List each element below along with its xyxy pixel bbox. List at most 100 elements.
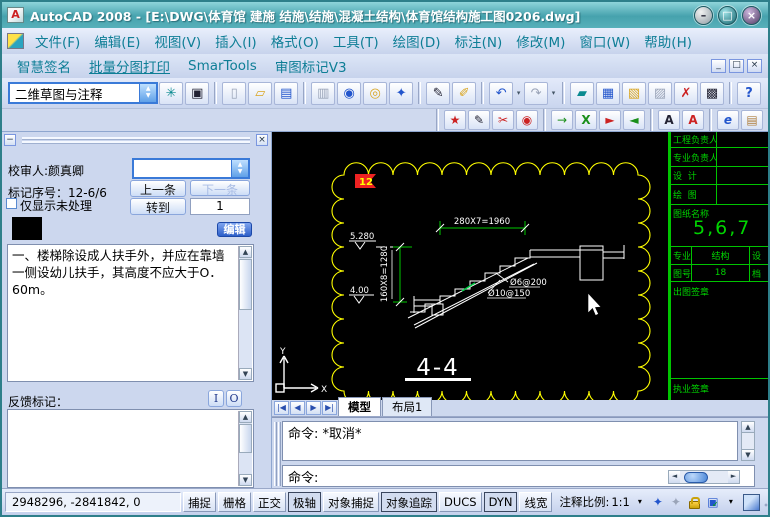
drawing-viewport[interactable]: 12 280X7=1960 5.280 160X8=1280 [272,132,668,400]
web-publish-icon[interactable]: ✦ [389,82,413,105]
resize-grip[interactable] [764,497,770,507]
menu-item-dimension[interactable]: 标注(N) [448,29,510,53]
toggle-lineweight[interactable]: 线宽 [519,492,552,512]
menu-item-review-mark[interactable]: 审图标记V3 [266,55,356,77]
scroll-up-icon[interactable]: ▲ [742,422,754,433]
menu-item-smartools[interactable]: SmarTools [179,57,266,75]
drawing-file-icon[interactable] [7,33,24,49]
layer-manager-icon[interactable]: ▦ [596,82,620,105]
block-editor-icon[interactable]: ▧ [622,82,646,105]
quick-pen-icon[interactable]: ✐ [452,82,476,105]
new-file-icon[interactable]: ▯ [222,82,246,105]
next-mark-icon[interactable]: ► [599,110,621,130]
menu-item-tools[interactable]: 工具(T) [326,29,386,53]
menu-item-batch-plot[interactable]: 批量分图打印 [80,55,179,77]
combo-spinner-icon[interactable]: ▲▼ [139,84,156,102]
close-button[interactable]: × [742,6,761,25]
mark-scissors-icon[interactable]: ✂ [492,110,514,130]
undo-icon[interactable]: ↶ [489,82,513,105]
excel-icon[interactable]: X [575,110,597,130]
publish-icon[interactable]: ◎ [363,82,387,105]
prev-mark-button[interactable]: 上一条 [130,180,186,197]
reviewer-combobox[interactable]: ▲▼ [132,158,250,179]
annotation-scale-value[interactable]: 1:1 [611,495,630,509]
command-hscrollbar[interactable]: ◄ ► [668,470,740,484]
menu-item-view[interactable]: 视图(V) [147,29,208,53]
trusted-autodesk-icon[interactable]: ▣✓ [705,494,721,511]
edit-button[interactable]: 编辑 [217,222,252,237]
tab-model[interactable]: 模型 [338,397,381,416]
menu-item-edit[interactable]: 编辑(E) [87,29,147,53]
feedback-i-button[interactable]: I [208,390,224,407]
markup-set-icon[interactable]: ✗ [674,82,698,105]
toggle-grid[interactable]: 栅格 [218,492,251,512]
menu-item-smart-sign[interactable]: 智慧签名 [8,55,80,77]
model-space-canvas[interactable]: 12 280X7=1960 5.280 160X8=1280 [272,132,768,400]
scrollbar-thumb[interactable] [239,424,252,453]
workspace-switch-icon[interactable]: ▣ [185,82,209,105]
toggle-ortho[interactable]: 正交 [253,492,286,512]
tab-prev-icon[interactable]: ◀ [290,401,305,415]
workspace-combobox[interactable]: 二维草图与注释 ▲▼ [8,82,158,104]
acad-black-icon[interactable]: A [658,110,680,130]
redo-dropdown-icon[interactable]: ▾ [549,83,558,103]
scroll-right-icon[interactable]: ► [728,471,739,483]
feedback-o-button[interactable]: O [226,390,242,407]
palette-close-button[interactable]: × [256,134,268,146]
menu-item-draw[interactable]: 绘图(D) [386,29,448,53]
menu-item-file[interactable]: 文件(F) [28,29,87,53]
mdi-close-button[interactable]: × [747,59,762,73]
prev-mark-icon[interactable]: ◄ [623,110,645,130]
toggle-dyn[interactable]: DYN [484,492,518,512]
note-scrollbar[interactable]: ▲ ▼ [238,246,252,380]
feedback-textarea[interactable]: ▲ ▼ [7,409,254,488]
goto-button[interactable]: 转到 [130,198,186,215]
goto-number-input[interactable]: 1 [190,198,250,215]
command-history[interactable]: 命令: *取消* [282,421,738,461]
tab-next-icon[interactable]: ▶ [306,401,321,415]
feedback-scrollbar[interactable]: ▲ ▼ [238,411,252,486]
scrollbar-thumb[interactable] [239,259,252,310]
help-icon[interactable]: ? [737,82,761,105]
annotation-autoscale-icon[interactable]: ✦ [668,494,684,511]
annotation-visibility-icon[interactable]: ✦ [650,494,666,511]
quickcalc-icon[interactable]: ▩ [700,82,724,105]
next-mark-button[interactable]: 下一条 [190,180,250,196]
tab-first-icon[interactable]: |◀ [274,401,289,415]
scroll-left-icon[interactable]: ◄ [669,471,680,483]
tab-last-icon[interactable]: ▶| [322,401,337,415]
toggle-ducs[interactable]: DUCS [439,492,482,512]
match-properties-icon[interactable]: ▰ [570,82,594,105]
acad-red-icon[interactable]: A [682,110,704,130]
open-file-icon[interactable]: ▱ [248,82,272,105]
gear-icon[interactable]: ✳ [159,82,183,105]
plot-preview-icon[interactable]: ◉ [337,82,361,105]
mark-search-icon[interactable]: ◉ [516,110,538,130]
title-block[interactable]: 工程负责人 专业负责人 设 计 绘 图 图纸名称 5,6,7 专业 结构 [668,132,768,400]
mdi-minimize-button[interactable]: _ [711,59,726,73]
menu-item-insert[interactable]: 插入(I) [208,29,264,53]
palette-minimize-button[interactable]: − [4,134,16,146]
toggle-snap[interactable]: 捕捉 [183,492,216,512]
mark-note-textarea[interactable]: 一、楼梯除设成人扶手外，并应在靠墙一侧设幼儿扶手，其高度不应大于O．60m。 ▲… [7,244,254,382]
mdi-restore-button[interactable]: □ [729,59,744,73]
palette-grip[interactable] [22,137,250,144]
scroll-up-icon[interactable]: ▲ [239,246,252,258]
browser-icon[interactable]: e [717,110,739,130]
combo-spinner-icon[interactable]: ▲▼ [231,160,248,177]
scrollbar-thumb[interactable] [684,472,708,483]
sketch-pen-icon[interactable]: ✎ [426,82,450,105]
mark-pen-icon[interactable]: ✎ [468,110,490,130]
menu-item-format[interactable]: 格式(O) [264,29,326,53]
scroll-up-icon[interactable]: ▲ [239,411,252,423]
notebook-icon[interactable]: ▤ [741,110,763,130]
scale-dropdown-icon[interactable]: ▾ [632,494,648,511]
toggle-osnap[interactable]: 对象捕捉 [323,492,379,512]
save-icon[interactable]: ▤ [274,82,298,105]
clean-screen-button[interactable] [743,494,760,511]
toggle-polar[interactable]: 极轴 [288,492,321,512]
redo-icon[interactable]: ↷ [524,82,548,105]
command-grip[interactable] [274,422,277,486]
unprocessed-only-checkbox[interactable] [6,198,17,209]
toolbar-lock-icon[interactable] [689,501,700,509]
